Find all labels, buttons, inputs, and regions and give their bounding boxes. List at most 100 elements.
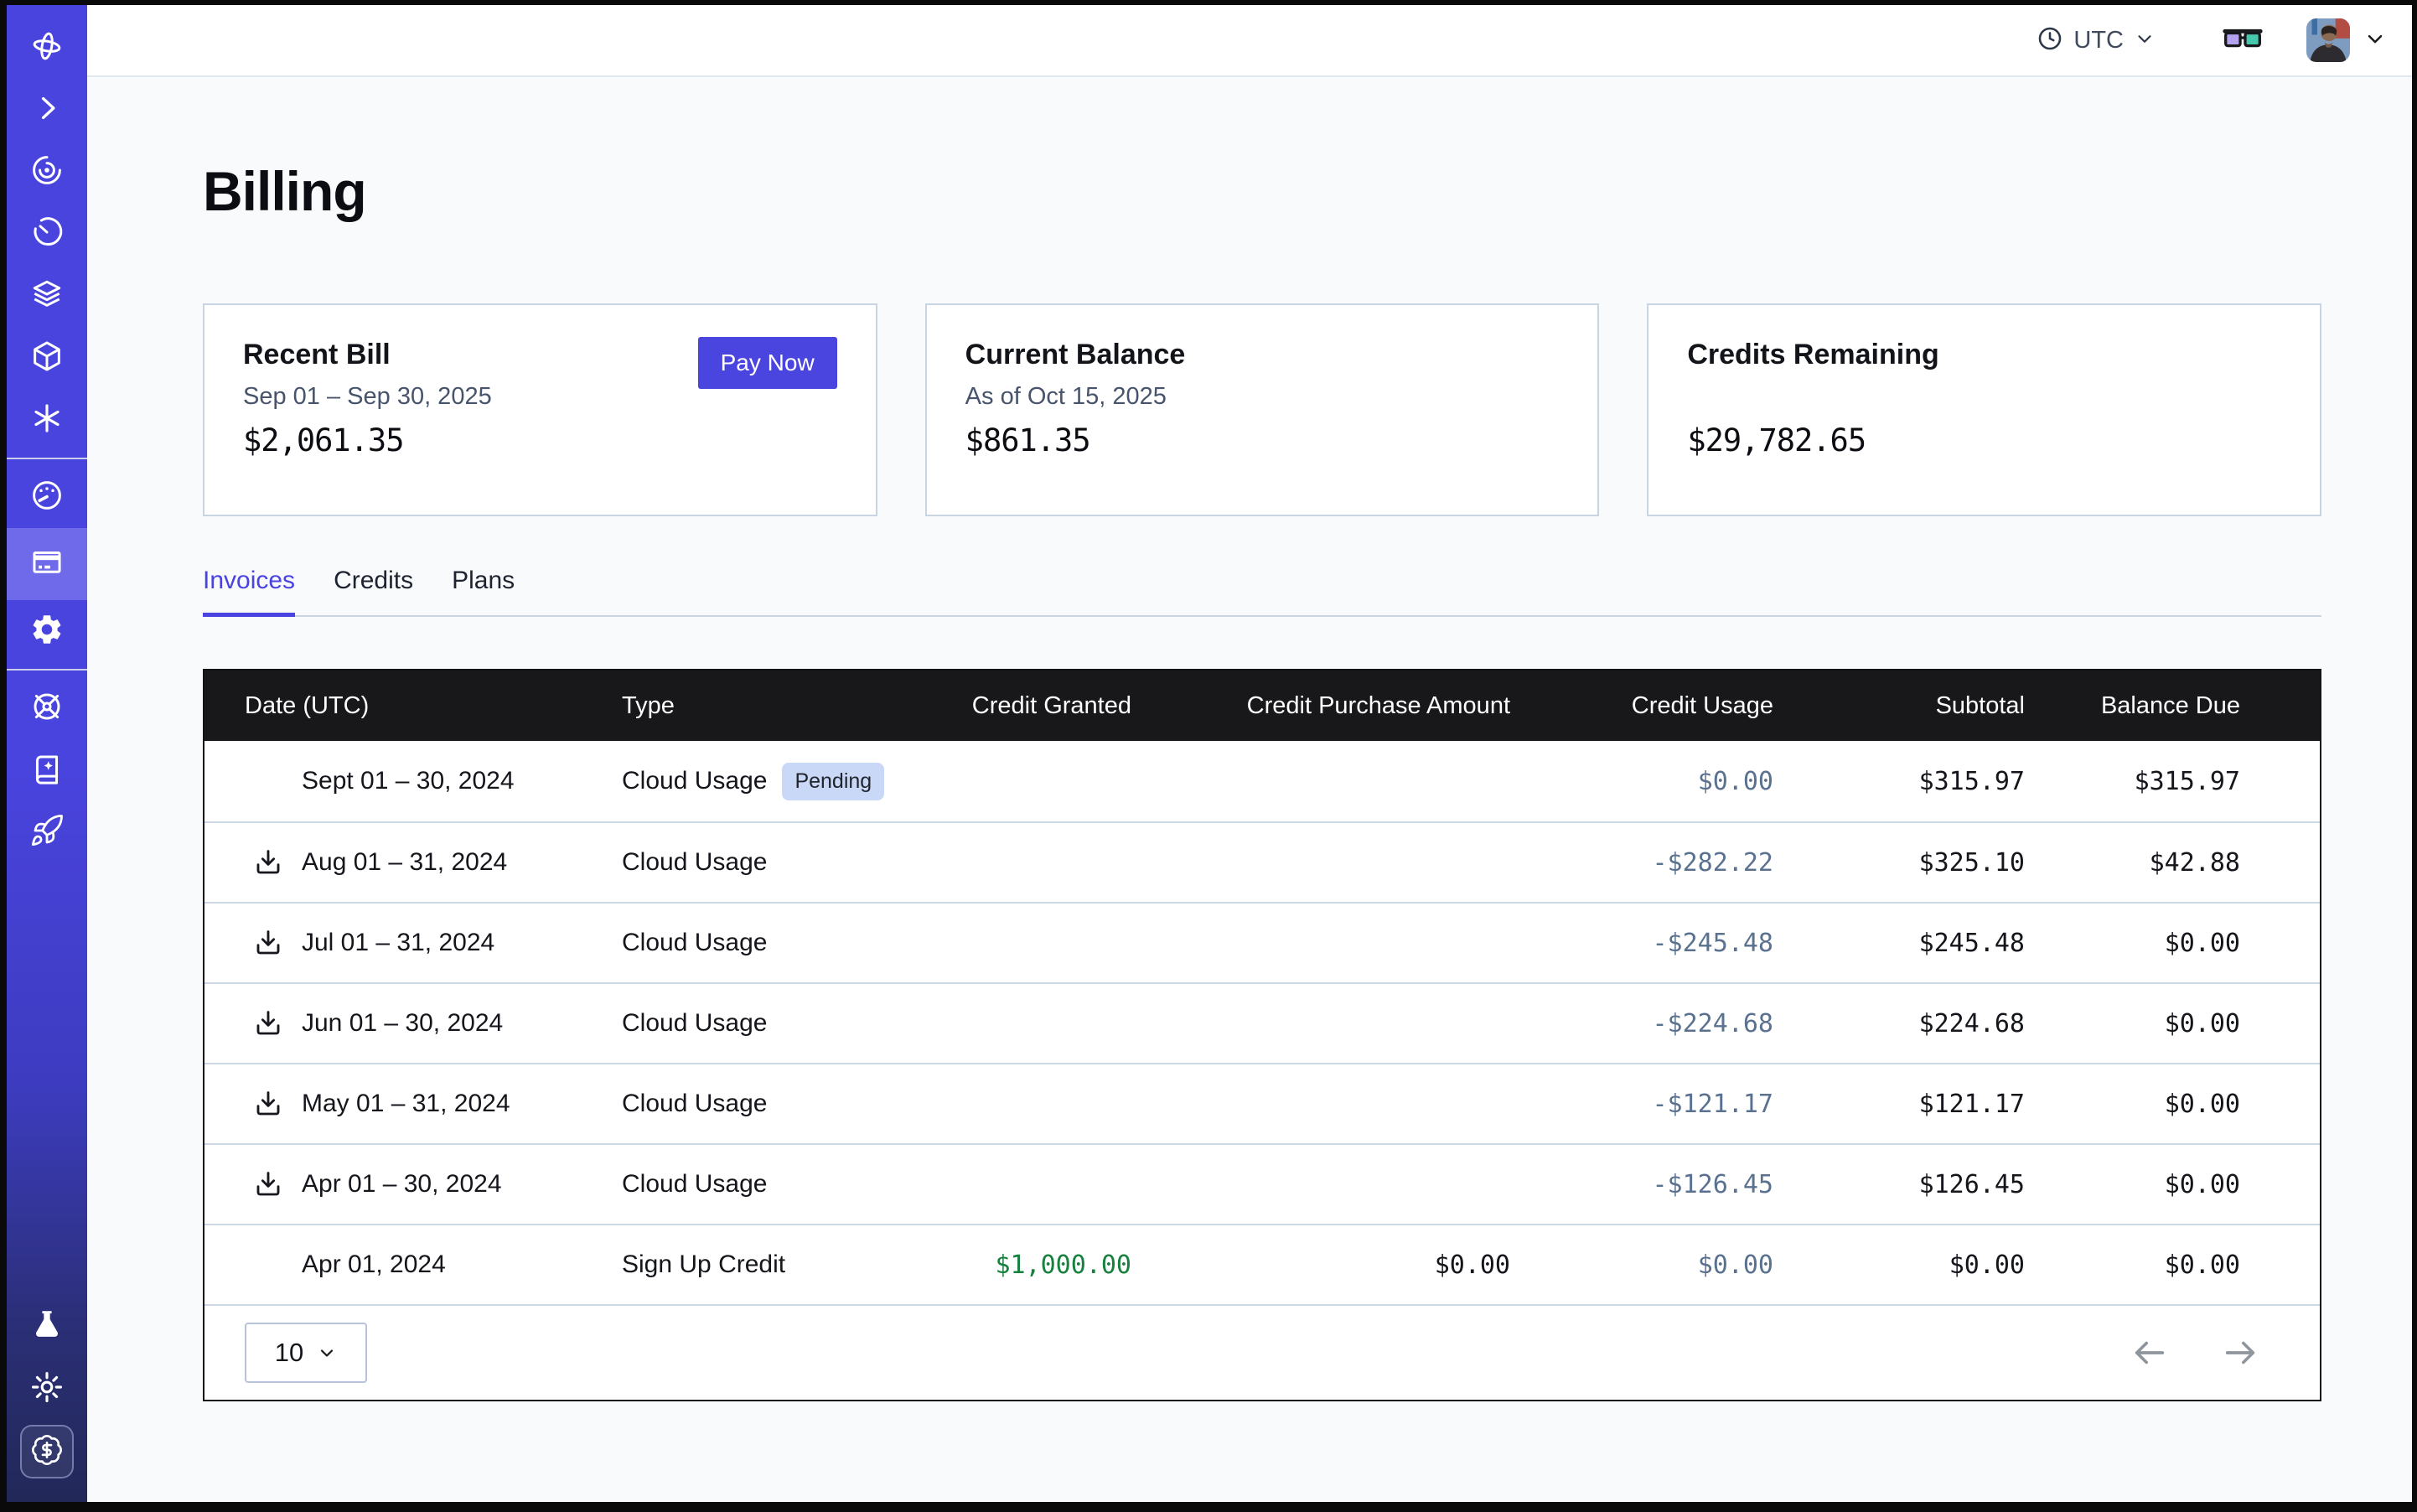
download-invoice-icon[interactable]	[253, 1169, 283, 1199]
credits-remaining-card: Credits Remaining $29,782.65	[1647, 303, 2321, 516]
subtotal-value: $224.68	[1773, 1009, 2025, 1038]
chevron-down-icon	[2134, 28, 2156, 54]
card-amount: $2,061.35	[243, 422, 837, 458]
chevron-down-icon	[317, 1343, 337, 1363]
timer-icon	[29, 215, 65, 254]
invoice-type: Cloud Usage	[622, 1170, 767, 1199]
card-subtitle: As of Oct 15, 2025	[965, 383, 1560, 411]
sidebar-item-volumes[interactable]	[7, 327, 87, 389]
balance-due-value: $0.00	[2025, 1009, 2320, 1038]
credit-purchase-value: $0.00	[1131, 1251, 1510, 1280]
download-invoice-icon[interactable]	[253, 1250, 283, 1280]
balance-due-value: $0.00	[2025, 1170, 2320, 1199]
topbar: UTC	[87, 5, 2412, 77]
balance-due-value: $0.00	[2025, 1090, 2320, 1119]
helm-icon	[29, 689, 65, 728]
subtotal-value: $126.45	[1773, 1170, 2025, 1199]
invoice-type: Cloud Usage	[622, 767, 767, 795]
sidebar-item-theme[interactable]	[7, 1358, 87, 1420]
avatar[interactable]	[2306, 18, 2350, 62]
credit-usage-value: -$121.17	[1510, 1090, 1773, 1119]
sidebar-item-observability[interactable]	[7, 141, 87, 203]
tab-plans[interactable]: Plans	[452, 567, 515, 615]
sidebar-item-billing[interactable]	[7, 528, 87, 600]
cube-icon	[29, 339, 65, 378]
sidebar-item-collapse[interactable]	[7, 79, 87, 141]
invoice-type: Cloud Usage	[622, 848, 767, 877]
pay-now-button[interactable]: Pay Now	[698, 337, 837, 389]
sidebar-item-credits[interactable]	[20, 1425, 74, 1478]
balance-due-value: $0.00	[2025, 1251, 2320, 1280]
clock-icon	[2037, 25, 2063, 56]
sun-icon	[29, 1370, 65, 1409]
invoice-type: Sign Up Credit	[622, 1251, 785, 1279]
subtotal-value: $315.97	[1773, 767, 2025, 796]
credit-usage-value: -$245.48	[1510, 929, 1773, 958]
sidebar-divider	[7, 669, 87, 671]
tab-invoices[interactable]: Invoices	[203, 567, 295, 617]
balance-due-value: $315.97	[2025, 767, 2320, 796]
invoice-type: Cloud Usage	[622, 929, 767, 957]
download-invoice-icon[interactable]	[253, 847, 283, 878]
subtotal-value: $121.17	[1773, 1090, 2025, 1119]
page-title: Billing	[203, 159, 2321, 223]
invoice-date: Sept 01 – 30, 2024	[302, 767, 515, 795]
sidebar-item-logo[interactable]	[7, 17, 87, 79]
gear-icon	[29, 612, 65, 651]
credit-usage-value: -$224.68	[1510, 1009, 1773, 1038]
billing-tabs: Invoices Credits Plans	[203, 567, 2321, 617]
column-header: Balance Due	[2025, 692, 2320, 720]
sidebar-item-usage[interactable]	[7, 466, 87, 528]
next-page-arrow-icon[interactable]	[2221, 1333, 2259, 1372]
table-row: May 01 – 31, 2024 Cloud Usage -$121.17 $…	[204, 1063, 2320, 1143]
sidebar-item-support[interactable]	[7, 677, 87, 739]
3d-glasses-icon[interactable]	[2223, 28, 2263, 53]
table-row: Jul 01 – 31, 2024 Cloud Usage -$245.48 $…	[204, 902, 2320, 982]
chevron-right-icon	[29, 91, 65, 130]
timezone-selector[interactable]: UTC	[2037, 25, 2156, 56]
previous-page-arrow-icon[interactable]	[2130, 1333, 2169, 1372]
subtotal-value: $245.48	[1773, 929, 2025, 958]
column-header: Subtotal	[1773, 692, 2025, 720]
sidebar-item-layers[interactable]	[7, 265, 87, 327]
screenshot-frame: UTC	[0, 0, 2417, 1512]
sidebar-item-functions[interactable]	[7, 389, 87, 451]
tab-credits[interactable]: Credits	[334, 567, 413, 615]
invoice-date: May 01 – 31, 2024	[302, 1090, 510, 1118]
sidebar-item-settings[interactable]	[7, 600, 87, 662]
page-size-value: 10	[275, 1338, 303, 1368]
book-sparkle-icon	[29, 751, 65, 790]
download-invoice-icon[interactable]	[253, 1089, 283, 1119]
card-amount: $861.35	[965, 422, 1560, 458]
credit-usage-value: $0.00	[1510, 767, 1773, 796]
credit-granted-value: $1,000.00	[964, 1251, 1131, 1280]
column-header: Credit Granted	[964, 692, 1131, 720]
column-header: Type	[622, 692, 964, 720]
sidebar-item-docs[interactable]	[7, 739, 87, 801]
sidebar-item-launch[interactable]	[7, 801, 87, 863]
sidebar-item-history[interactable]	[7, 203, 87, 265]
rocket-icon	[29, 813, 65, 852]
flask-icon	[29, 1307, 65, 1347]
status-badge: Pending	[782, 763, 884, 800]
sidebar-item-labs[interactable]	[7, 1296, 87, 1358]
asterisk-icon	[29, 401, 65, 440]
download-invoice-icon[interactable]	[253, 1008, 283, 1038]
layers-icon	[29, 277, 65, 316]
download-invoice-icon[interactable]	[253, 766, 283, 796]
column-header: Date (UTC)	[204, 692, 622, 720]
credit-usage-value: $0.00	[1510, 1251, 1773, 1280]
invoice-date: Apr 01 – 30, 2024	[302, 1170, 502, 1199]
invoice-date: Apr 01, 2024	[302, 1251, 446, 1279]
table-row: Jun 01 – 30, 2024 Cloud Usage -$224.68 $…	[204, 982, 2320, 1063]
invoice-date: Jul 01 – 31, 2024	[302, 929, 494, 957]
page-size-select[interactable]: 10	[245, 1323, 367, 1383]
credit-usage-value: -$126.45	[1510, 1170, 1773, 1199]
column-header: Credit Purchase Amount	[1131, 692, 1510, 720]
download-invoice-icon[interactable]	[253, 928, 283, 958]
chevron-down-icon[interactable]	[2363, 27, 2387, 54]
invoices-table: Date (UTC) Type Credit Granted Credit Pu…	[203, 669, 2321, 1401]
billing-page: Billing Recent Bill Sep 01 – Sep 30, 202…	[87, 77, 2412, 1502]
card-title: Current Balance	[965, 339, 1560, 371]
sidebar	[7, 5, 87, 1502]
